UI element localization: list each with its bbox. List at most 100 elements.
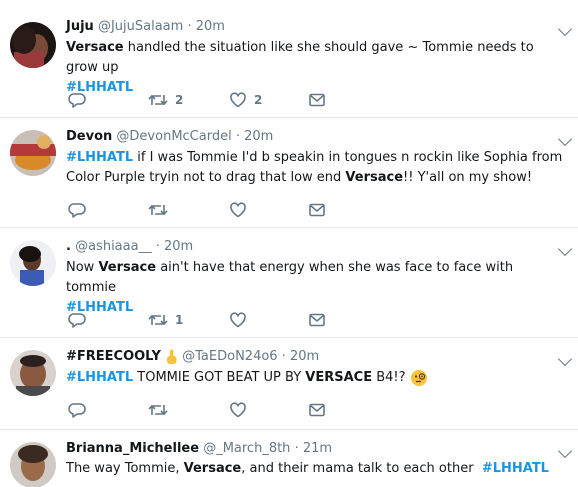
chevron-down-icon[interactable] (557, 351, 573, 367)
retweet-button[interactable] (148, 400, 175, 420)
tweet-text-segment: if I was Tommie I'd b speakin in tongues… (133, 150, 563, 165)
keyword-highlight: Versace (183, 461, 242, 476)
timestamp[interactable]: 20m (290, 349, 319, 364)
like-button[interactable]: 2 (229, 90, 262, 110)
retweet-icon (148, 314, 168, 326)
timestamp[interactable]: 20m (244, 129, 273, 144)
tweet-header: Devon @DevonMcCardel · 20m (66, 127, 548, 147)
like-icon (230, 202, 246, 218)
face-with-monocle-emoji (410, 369, 427, 386)
tweet[interactable]: . @ashiaaa__ · 20m Now Versace ain't hav… (0, 228, 578, 338)
keyword-highlight: VERSACE (305, 370, 373, 385)
reply-icon (68, 313, 86, 328)
timestamp[interactable]: 21m (303, 441, 332, 456)
tweet[interactable]: Juju @JujuSalaam · 20m Versace handled t… (0, 0, 578, 118)
user-handle[interactable]: @DevonMcCardel (116, 129, 231, 144)
like-count: 2 (254, 93, 263, 107)
chevron-down-icon[interactable] (557, 443, 573, 459)
display-name[interactable]: Brianna_Michellee (66, 441, 199, 456)
direct-message-button[interactable] (308, 400, 326, 420)
display-name[interactable]: #FREECOOLY (66, 349, 161, 364)
like-button[interactable] (229, 400, 254, 420)
keyword-highlight: Versace (98, 260, 157, 275)
tweet[interactable]: Devon @DevonMcCardel · 20m #LHHATL if I … (0, 118, 578, 228)
retweet-button[interactable]: 2 (148, 90, 183, 110)
reply-icon (68, 93, 86, 108)
reply-icon (68, 403, 86, 418)
avatar[interactable] (10, 240, 56, 286)
retweet-icon (148, 94, 168, 106)
retweet-button[interactable] (148, 200, 175, 220)
keyword-highlight: Versace (66, 40, 124, 55)
tweet-header: Juju @JujuSalaam · 20m (66, 17, 548, 37)
separator-dot: · (281, 349, 286, 364)
point-up-emoji (167, 349, 177, 364)
like-button[interactable] (229, 310, 254, 330)
like-icon (230, 92, 246, 108)
keyword-highlight: Versace (345, 170, 404, 185)
avatar[interactable] (10, 22, 56, 68)
tweet-text-segment: !! Y'all on my show! (403, 170, 533, 185)
display-name[interactable]: . (66, 239, 71, 254)
user-handle[interactable]: @JujuSalaam (98, 19, 183, 34)
reply-button[interactable] (68, 200, 93, 220)
reply-button[interactable] (68, 90, 93, 110)
user-handle[interactable]: @TaEDoN24o6 (182, 349, 277, 364)
retweet-icon (148, 204, 168, 216)
reply-button[interactable] (68, 310, 93, 330)
tweet-text-segment: Now (66, 260, 99, 275)
like-button[interactable] (229, 200, 254, 220)
avatar[interactable] (10, 442, 56, 487)
tweet-text: The way Tommie, Versace, and their mama … (66, 459, 566, 479)
direct-message-button[interactable] (308, 310, 326, 330)
dm-icon (309, 93, 325, 107)
reply-icon (68, 203, 86, 218)
dm-icon (309, 203, 325, 217)
direct-message-button[interactable] (308, 200, 326, 220)
separator-dot: · (155, 239, 160, 254)
retweet-count: 1 (175, 313, 184, 327)
tweet-feed: Juju @JujuSalaam · 20m Versace handled t… (0, 0, 578, 487)
hashtag-link[interactable]: #LHHATL (66, 370, 133, 385)
tweet-text-segment: handled the situation like she should ga… (66, 40, 534, 75)
avatar[interactable] (10, 350, 56, 396)
timestamp[interactable]: 20m (196, 19, 225, 34)
user-handle[interactable]: @_March_8th (203, 441, 290, 456)
display-name[interactable]: Juju (66, 19, 94, 34)
tweet-text-segment: , and their mama talk to each other (241, 461, 482, 476)
tweet-text: #LHHATL if I was Tommie I'd b speakin in… (66, 148, 566, 188)
tweet-header: Brianna_Michellee @_March_8th · 21m (66, 439, 548, 459)
avatar[interactable] (10, 130, 56, 176)
retweet-count: 2 (175, 93, 184, 107)
tweet-text: Now Versace ain't have that energy when … (66, 258, 566, 318)
tweet-text-segment: The way Tommie, (66, 461, 184, 476)
timestamp[interactable]: 20m (164, 239, 193, 254)
separator-dot: · (235, 129, 240, 144)
display-name[interactable]: Devon (66, 129, 112, 144)
reply-button[interactable] (68, 400, 93, 420)
user-handle[interactable]: @ashiaaa__ (75, 239, 152, 254)
like-icon (230, 312, 246, 328)
separator-dot: · (294, 441, 299, 456)
chevron-down-icon[interactable] (557, 131, 573, 147)
tweet-text-segment: Color Purple tryin not to drag that low … (66, 170, 346, 185)
tweet-text: #LHHATL TOMMIE GOT BEAT UP BY VERSACE B4… (66, 368, 566, 388)
tweet-header: #FREECOOLY @TaEDoN24o6 · 20m (66, 347, 548, 367)
dm-icon (309, 403, 325, 417)
tweet-text: Versace handled the situation like she s… (66, 38, 566, 98)
retweet-icon (148, 404, 168, 416)
dm-icon (309, 313, 325, 327)
separator-dot: · (187, 19, 192, 34)
direct-message-button[interactable] (308, 90, 326, 110)
tweet[interactable]: #FREECOOLY @TaEDoN24o6 · 20m #LHHATL TOM… (0, 338, 578, 430)
tweet[interactable]: Brianna_Michellee @_March_8th · 21m The … (0, 430, 578, 487)
chevron-down-icon[interactable] (557, 241, 573, 257)
hashtag-link[interactable]: #LHHATL (482, 461, 549, 476)
tweet-header: . @ashiaaa__ · 20m (66, 237, 548, 257)
like-icon (230, 402, 246, 418)
retweet-button[interactable]: 1 (148, 310, 183, 330)
tweet-text-segment: B4!? (372, 370, 406, 385)
hashtag-link[interactable]: #LHHATL (66, 150, 133, 165)
tweet-text-segment: TOMMIE GOT BEAT UP BY (133, 370, 306, 385)
chevron-down-icon[interactable] (557, 21, 573, 37)
